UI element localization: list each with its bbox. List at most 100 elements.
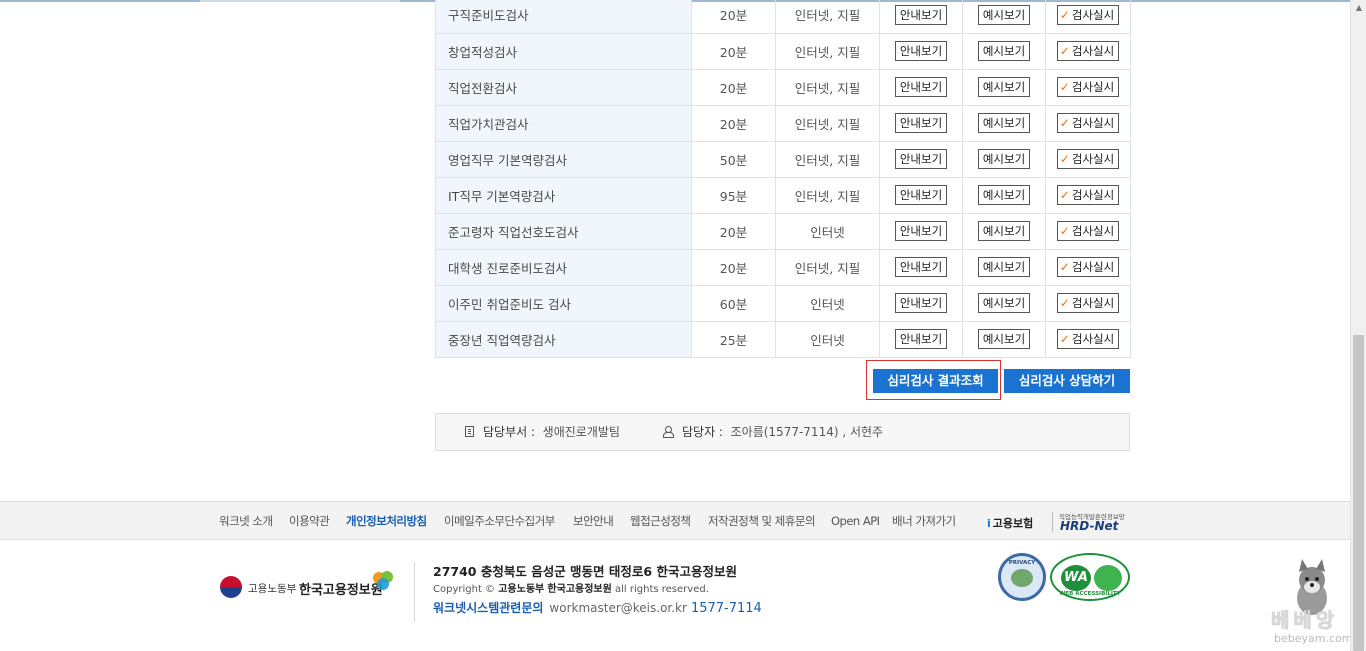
- hrd-net-logo[interactable]: HRD-Net: [1060, 519, 1118, 533]
- exam-time: 60분: [691, 285, 776, 322]
- run-exam-button[interactable]: ✓ 검사실시: [1056, 257, 1120, 277]
- sample-button[interactable]: 예시보기: [977, 77, 1031, 97]
- sample-button[interactable]: 예시보기: [977, 257, 1031, 277]
- exam-table: 구직준비도검사 20분 인터넷, 지필 안내보기 예시보기 ✓ 검사실시 창업적성…: [435, 0, 1131, 358]
- footer-link-security[interactable]: 보안안내: [573, 502, 614, 540]
- footer-divider: [414, 562, 415, 622]
- contact-dept: 담당부서 : 생애진로개발팀: [465, 414, 620, 450]
- table-row: 이주민 취업준비도 검사 60분 인터넷 안내보기 예시보기 ✓ 검사실시: [435, 285, 1131, 322]
- employment-insurance-logo[interactable]: i 고용보험: [987, 515, 1033, 531]
- sample-button[interactable]: 예시보기: [977, 113, 1031, 133]
- check-icon: ✓: [1059, 7, 1070, 22]
- run-exam-button[interactable]: ✓ 검사실시: [1056, 149, 1120, 169]
- check-icon: ✓: [1059, 260, 1070, 274]
- exam-method: 인터넷: [775, 321, 880, 358]
- consult-button[interactable]: 심리검사 상담하기: [1004, 369, 1130, 393]
- check-icon: ✓: [1059, 152, 1070, 166]
- run-label: 검사실시: [1071, 152, 1115, 166]
- run-exam-button[interactable]: ✓ 검사실시: [1056, 41, 1120, 61]
- run-label: 검사실시: [1071, 44, 1115, 58]
- footer-link-email-refusal[interactable]: 이메일주소무단수집거부: [444, 502, 555, 540]
- web-accessibility-badge-icon[interactable]: WA WEB ACCESSIBILITY: [1050, 553, 1130, 601]
- exam-method: 인터넷, 지필: [775, 105, 880, 142]
- scroll-thumb[interactable]: [1353, 335, 1364, 651]
- run-exam-button[interactable]: ✓ 검사실시: [1056, 185, 1120, 205]
- exam-method: 인터넷, 지필: [775, 141, 880, 178]
- watermark-url: bebeyam.com: [1274, 632, 1353, 645]
- exam-time: 20분: [691, 249, 776, 286]
- run-label: 검사실시: [1071, 224, 1115, 238]
- document-icon: [465, 426, 474, 437]
- exam-time: 25분: [691, 321, 776, 358]
- run-exam-button[interactable]: ✓ 검사실시: [1056, 329, 1120, 349]
- sample-button[interactable]: 예시보기: [977, 293, 1031, 313]
- sample-button[interactable]: 예시보기: [977, 329, 1031, 349]
- exam-name: 영업직무 기본역량검사: [435, 141, 692, 178]
- vertical-scrollbar[interactable]: ▲: [1350, 0, 1366, 651]
- sample-button[interactable]: 예시보기: [977, 149, 1031, 169]
- exam-method: 인터넷, 지필: [775, 249, 880, 286]
- exam-method: 인터넷, 지필: [775, 177, 880, 214]
- exam-time: 20분: [691, 213, 776, 250]
- footer-link-privacy[interactable]: 개인정보처리방침: [346, 502, 427, 540]
- footer-inquiry: 워크넷시스템관련문의 workmaster@keis.or.kr 1577-7114: [433, 599, 762, 616]
- run-exam-button[interactable]: ✓ 검사실시: [1056, 113, 1120, 133]
- exam-method: 인터넷, 지필: [775, 0, 880, 34]
- privacy-badge-icon[interactable]: PRIVACY: [998, 553, 1046, 601]
- footer-link-about[interactable]: 워크넷 소개: [219, 502, 273, 540]
- run-label: 검사실시: [1071, 332, 1115, 346]
- sample-button[interactable]: 예시보기: [977, 4, 1031, 25]
- guide-button[interactable]: 안내보기: [894, 77, 948, 97]
- check-icon: ✓: [1059, 332, 1070, 346]
- table-row: 구직준비도검사 20분 인터넷, 지필 안내보기 예시보기 ✓ 검사실시: [435, 0, 1131, 34]
- guide-button[interactable]: 안내보기: [894, 185, 948, 205]
- footer-link-terms[interactable]: 이용약관: [289, 502, 330, 540]
- guide-button[interactable]: 안내보기: [894, 293, 948, 313]
- table-row: 영업직무 기본역량검사 50분 인터넷, 지필 안내보기 예시보기 ✓ 검사실시: [435, 141, 1131, 178]
- dept-value: 생애진로개발팀: [542, 425, 620, 439]
- exam-name: 창업적성검사: [435, 33, 692, 70]
- run-label: 검사실시: [1071, 116, 1115, 130]
- footer-link-banner[interactable]: 배너 가져가기: [892, 502, 956, 540]
- exam-name: 직업전환검사: [435, 69, 692, 106]
- guide-button[interactable]: 안내보기: [894, 4, 948, 25]
- guide-button[interactable]: 안내보기: [894, 113, 948, 133]
- result-lookup-button[interactable]: 심리검사 결과조회: [873, 369, 998, 393]
- inquiry-email[interactable]: workmaster@keis.or.kr: [549, 601, 687, 615]
- person-icon: [663, 426, 674, 438]
- footer-link-accessibility[interactable]: 웹접근성정책: [630, 502, 691, 540]
- tab-segment: [0, 0, 200, 2]
- exam-name: 대학생 진로준비도검사: [435, 249, 692, 286]
- check-icon: ✓: [1059, 224, 1070, 238]
- guide-button[interactable]: 안내보기: [894, 329, 948, 349]
- run-exam-button[interactable]: ✓ 검사실시: [1056, 77, 1120, 97]
- logo-divider: [1052, 512, 1053, 532]
- guide-button[interactable]: 안내보기: [894, 221, 948, 241]
- footer-address: 27740 충청북도 음성군 맹동면 태정로6 한국고용정보원: [433, 564, 737, 579]
- ministry-emblem-icon: [220, 576, 242, 598]
- footer-link-copyright[interactable]: 저작권정책 및 제휴문의: [708, 502, 816, 540]
- sample-button[interactable]: 예시보기: [977, 221, 1031, 241]
- scroll-up-icon[interactable]: ▲: [1351, 0, 1366, 16]
- person-label: 담당자 :: [682, 425, 723, 439]
- dept-label: 담당부서 :: [483, 425, 536, 439]
- table-row: 중장년 직업역량검사 25분 인터넷 안내보기 예시보기 ✓ 검사실시: [435, 321, 1131, 358]
- sample-button[interactable]: 예시보기: [977, 185, 1031, 205]
- run-exam-button[interactable]: ✓ 검사실시: [1056, 4, 1120, 25]
- footer-link-openapi[interactable]: Open API: [831, 502, 880, 540]
- sample-button[interactable]: 예시보기: [977, 41, 1031, 61]
- guide-button[interactable]: 안내보기: [894, 149, 948, 169]
- exam-name: 준고령자 직업선호도검사: [435, 213, 692, 250]
- run-label: 검사실시: [1071, 80, 1115, 94]
- exam-method: 인터넷: [775, 285, 880, 322]
- run-exam-button[interactable]: ✓ 검사실시: [1056, 293, 1120, 313]
- guide-button[interactable]: 안내보기: [894, 41, 948, 61]
- run-exam-button[interactable]: ✓ 검사실시: [1056, 221, 1120, 241]
- employment-label: 고용보험: [992, 517, 1034, 530]
- exam-name: IT직무 기본역량검사: [435, 177, 692, 214]
- exam-time: 20분: [691, 33, 776, 70]
- guide-button[interactable]: 안내보기: [894, 257, 948, 277]
- table-row: IT직무 기본역량검사 95분 인터넷, 지필 안내보기 예시보기 ✓ 검사실시: [435, 177, 1131, 214]
- run-label: 검사실시: [1071, 188, 1115, 202]
- contact-person: 담당자 : 조아름(1577-7114) , 서현주: [663, 414, 883, 450]
